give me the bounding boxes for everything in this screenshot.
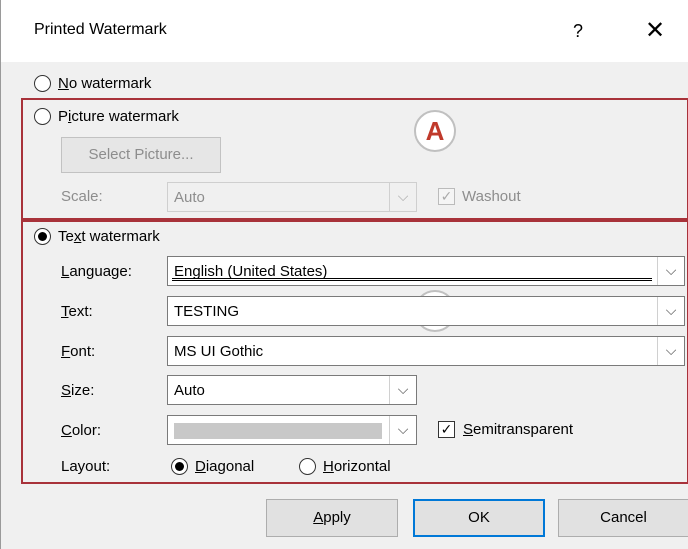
apply-button[interactable]: Apply (266, 499, 398, 537)
no-watermark-label-rest: o watermark (68, 75, 152, 92)
text-label: Text: (61, 303, 93, 320)
close-button[interactable]: ✕ (637, 14, 673, 48)
size-value: Auto (174, 382, 205, 399)
layout-label: Layout: (61, 458, 111, 475)
language-label: Language: (61, 263, 132, 280)
cancel-button[interactable]: Cancel (558, 499, 688, 537)
washout-checkbox[interactable]: ✓ (438, 188, 455, 205)
text-combobox[interactable]: TESTING ⌵ (167, 296, 685, 326)
font-value: MS UI Gothic (174, 343, 264, 360)
size-label: Size: (61, 382, 95, 399)
size-dropdown[interactable]: Auto ⌵ (167, 375, 417, 405)
help-button[interactable]: ? (563, 14, 593, 48)
chevron-down-icon[interactable]: ⌵ (657, 337, 684, 365)
layout-horizontal-label[interactable]: Horizontal (323, 458, 391, 475)
text-value: TESTING (174, 303, 240, 320)
chevron-down-icon[interactable]: ⌵ (657, 257, 684, 285)
title-bar: Printed Watermark ? ✕ (1, 0, 688, 62)
printed-watermark-dialog: Printed Watermark ? ✕ No watermark A Pic… (0, 0, 688, 549)
layout-diagonal-radio[interactable] (171, 458, 188, 475)
chevron-down-icon[interactable]: ⌵ (657, 297, 684, 325)
no-watermark-radio[interactable] (34, 75, 51, 92)
color-swatch (174, 423, 382, 439)
layout-horizontal-radio[interactable] (299, 458, 316, 475)
scale-value: Auto (174, 189, 205, 206)
font-label: Font: (61, 343, 96, 360)
chevron-down-icon[interactable]: ⌵ (389, 183, 416, 211)
focus-underline (172, 278, 652, 281)
washout-label: Washout (462, 188, 521, 205)
no-watermark-label[interactable]: No watermark (58, 75, 151, 92)
font-dropdown[interactable]: MS UI Gothic ⌵ (167, 336, 685, 366)
text-watermark-label[interactable]: Text watermark (58, 228, 160, 245)
semitransparent-checkbox[interactable]: ✓ (438, 421, 455, 438)
picture-watermark-label[interactable]: Picture watermark (58, 108, 179, 125)
text-watermark-radio[interactable] (34, 228, 51, 245)
scale-label: Scale: (61, 188, 103, 205)
scale-dropdown[interactable]: Auto ⌵ (167, 182, 417, 212)
dialog-title: Printed Watermark (34, 21, 167, 38)
color-dropdown[interactable]: ⌵ (167, 415, 417, 445)
language-dropdown[interactable]: English (United States) ⌵ (167, 256, 685, 286)
layout-diagonal-label[interactable]: Diagonal (195, 458, 254, 475)
annotation-marker-a: A (414, 110, 456, 152)
color-label: Color: (61, 422, 102, 439)
ok-button[interactable]: OK (413, 499, 545, 537)
picture-watermark-radio[interactable] (34, 108, 51, 125)
semitransparent-label[interactable]: Semitransparent (463, 421, 573, 438)
chevron-down-icon[interactable]: ⌵ (389, 376, 416, 404)
select-picture-button[interactable]: Select Picture... (61, 137, 221, 173)
chevron-down-icon[interactable]: ⌵ (389, 416, 416, 444)
check-icon: ✓ (440, 188, 453, 204)
check-icon: ✓ (440, 421, 453, 437)
